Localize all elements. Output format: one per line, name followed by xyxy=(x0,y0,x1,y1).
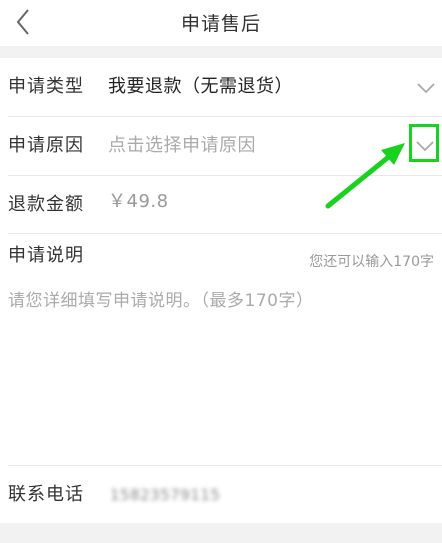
annotation-highlight-box xyxy=(409,124,439,162)
top-nav-bar: 申请售后 xyxy=(0,0,442,46)
request-reason-label: 申请原因 xyxy=(8,135,84,156)
after-sales-form: 申请类型 我要退款（无需退货） 申请原因 点击选择申请原因 退款金额 ￥49.8… xyxy=(0,58,442,523)
contact-phone-value[interactable]: 15823579115 xyxy=(110,486,220,504)
chevron-down-icon xyxy=(417,83,435,94)
refund-amount-value: ￥49.8 xyxy=(108,191,169,212)
page-title: 申请售后 xyxy=(180,13,261,35)
refund-amount-label: 退款金额 xyxy=(8,194,84,215)
description-textarea[interactable]: 请您详细填写申请说明。（最多170字） xyxy=(0,278,442,463)
request-type-label: 申请类型 xyxy=(8,76,84,97)
request-type-value: 我要退款（无需退货） xyxy=(108,76,293,97)
request-reason-select[interactable]: 点击选择申请原因 xyxy=(108,117,256,175)
refund-amount-row: 退款金额 ￥49.8 xyxy=(0,176,442,234)
request-type-row[interactable]: 申请类型 我要退款（无需退货） xyxy=(0,58,442,116)
after-sales-screen: 申请售后 申请类型 我要退款（无需退货） 申请原因 点击选择申请原因 退款金额 … xyxy=(0,0,442,543)
description-label: 申请说明 xyxy=(8,245,84,266)
contact-phone-row[interactable]: 联系电话 15823579115 xyxy=(0,466,442,524)
contact-phone-label: 联系电话 xyxy=(8,484,84,505)
request-reason-row[interactable]: 申请原因 点击选择申请原因 xyxy=(0,117,442,175)
divider xyxy=(8,233,442,234)
description-char-counter: 您还可以输入170字 xyxy=(309,254,434,270)
description-placeholder: 请您详细填写申请说明。（最多170字） xyxy=(8,291,314,311)
